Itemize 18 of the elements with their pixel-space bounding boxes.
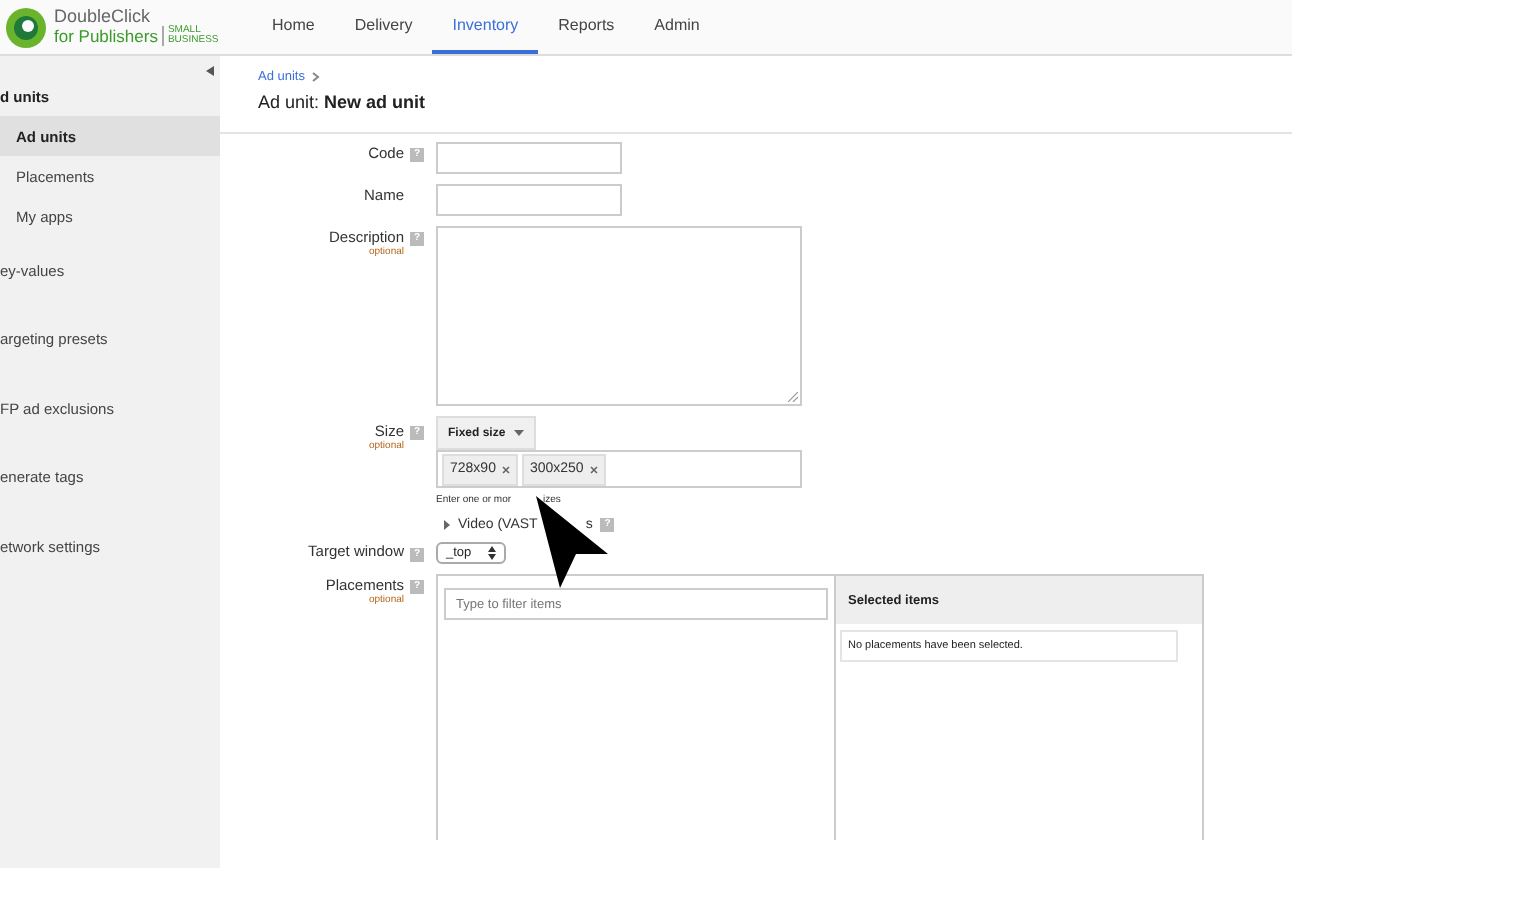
nav-tab[interactable]: Reports bbox=[538, 0, 635, 54]
nav-tab[interactable]: Inventory bbox=[432, 0, 539, 54]
caret-icon[interactable] bbox=[513, 430, 524, 436]
nav-tab[interactable]: Admin bbox=[634, 0, 720, 54]
page-title: Ad unit: New ad unit bbox=[258, 92, 428, 112]
code-input[interactable] bbox=[436, 142, 622, 174]
logo-text: DoubleClick bbox=[54, 8, 153, 26]
resize-grip-icon[interactable] bbox=[788, 392, 798, 402]
chevron-icon bbox=[311, 72, 319, 82]
expand-icon[interactable] bbox=[444, 519, 450, 529]
collapse-icon[interactable] bbox=[206, 66, 214, 76]
remove-icon[interactable] bbox=[501, 465, 510, 473]
logo-subtitle: for Publishers bbox=[54, 27, 158, 45]
nav-tab[interactable]: Home bbox=[252, 0, 335, 54]
name-input[interactable] bbox=[436, 184, 622, 216]
remove-icon[interactable] bbox=[589, 465, 598, 473]
nav-tab[interactable]: Delivery bbox=[334, 0, 433, 54]
stepper-arrows-icon[interactable] bbox=[487, 546, 496, 560]
